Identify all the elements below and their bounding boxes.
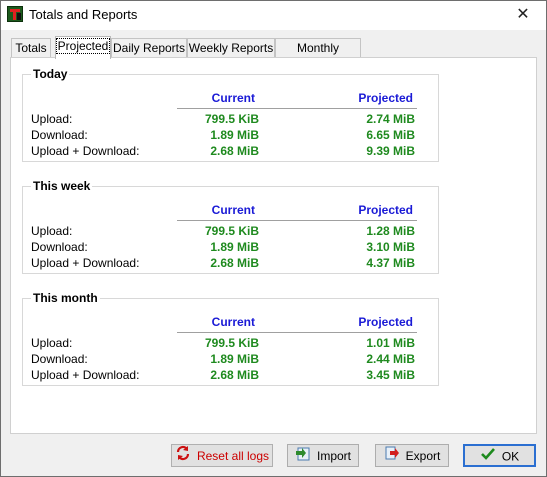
header-divider — [177, 220, 417, 221]
download-current-value: 1.89 MiB — [210, 128, 259, 142]
download-projected-value: 3.10 MiB — [366, 240, 415, 254]
tab-monthly-reports[interactable]: Monthly Reports — [275, 38, 361, 73]
current-header: Current — [211, 203, 255, 217]
today-group: Today Current Projected Upload: 799.5 Ki… — [22, 67, 439, 162]
import-label: Import — [316, 449, 351, 463]
app-logo-icon — [7, 6, 23, 22]
tab-weekly-reports[interactable]: Weekly Reports — [187, 38, 275, 58]
total-label: Upload + Download: — [31, 144, 140, 158]
projected-header: Projected — [358, 315, 413, 329]
title-bar[interactable]: Totals and Reports ✕ — [1, 1, 546, 30]
reset-label: Reset all logs — [196, 449, 270, 463]
header-divider — [177, 332, 417, 333]
group-title: Today — [31, 67, 70, 81]
total-current-value: 2.68 MiB — [210, 368, 259, 382]
total-label: Upload + Download: — [31, 368, 140, 382]
export-label: Export — [405, 449, 441, 463]
tab-projected[interactable]: Projected — [55, 36, 111, 59]
upload-current-value: 799.5 KiB — [204, 224, 259, 238]
current-header: Current — [211, 315, 255, 329]
download-projected-value: 2.44 MiB — [366, 352, 415, 366]
group-title: This month — [31, 291, 100, 305]
this-month-group: This month Current Projected Upload: 799… — [22, 291, 439, 386]
download-label: Download: — [31, 240, 88, 254]
download-current-value: 1.89 MiB — [210, 240, 259, 254]
total-projected-value: 9.39 MiB — [366, 144, 415, 158]
upload-label: Upload: — [31, 112, 73, 126]
upload-label: Upload: — [31, 224, 73, 238]
group-title: This week — [31, 179, 93, 193]
import-icon — [295, 445, 311, 468]
download-projected-value: 6.65 MiB — [366, 128, 415, 142]
download-label: Download: — [31, 352, 88, 366]
total-current-value: 2.68 MiB — [210, 256, 259, 270]
this-week-group: This week Current Projected Upload: 799.… — [22, 179, 439, 274]
total-projected-value: 4.37 MiB — [366, 256, 415, 270]
header-divider — [177, 108, 417, 109]
projected-header: Projected — [358, 91, 413, 105]
total-projected-value: 3.45 MiB — [366, 368, 415, 382]
checkmark-icon — [480, 446, 496, 468]
tab-totals[interactable]: Totals — [11, 38, 51, 58]
upload-current-value: 799.5 KiB — [204, 112, 259, 126]
totals-reports-window: Totals and Reports ✕ Totals Projected Da… — [0, 0, 547, 477]
export-button[interactable]: Export — [375, 444, 449, 467]
upload-projected-value: 1.28 MiB — [366, 224, 415, 238]
projected-header: Projected — [358, 203, 413, 217]
total-label: Upload + Download: — [31, 256, 140, 270]
import-button[interactable]: Import — [287, 444, 359, 467]
upload-projected-value: 2.74 MiB — [366, 112, 415, 126]
current-header: Current — [211, 91, 255, 105]
tab-daily-reports[interactable]: Daily Reports — [111, 38, 187, 58]
ok-button[interactable]: OK — [463, 444, 536, 467]
download-current-value: 1.89 MiB — [210, 352, 259, 366]
reset-all-logs-button[interactable]: Reset all logs — [171, 444, 273, 467]
projected-tab-page: Today Current Projected Upload: 799.5 Ki… — [10, 57, 537, 434]
refresh-icon — [175, 445, 191, 468]
ok-label: OK — [501, 449, 520, 464]
upload-projected-value: 1.01 MiB — [366, 336, 415, 350]
download-label: Download: — [31, 128, 88, 142]
close-icon[interactable]: ✕ — [500, 1, 546, 30]
export-icon — [384, 445, 400, 468]
total-current-value: 2.68 MiB — [210, 144, 259, 158]
upload-current-value: 799.5 KiB — [204, 336, 259, 350]
window-title: Totals and Reports — [29, 7, 138, 22]
upload-label: Upload: — [31, 336, 73, 350]
